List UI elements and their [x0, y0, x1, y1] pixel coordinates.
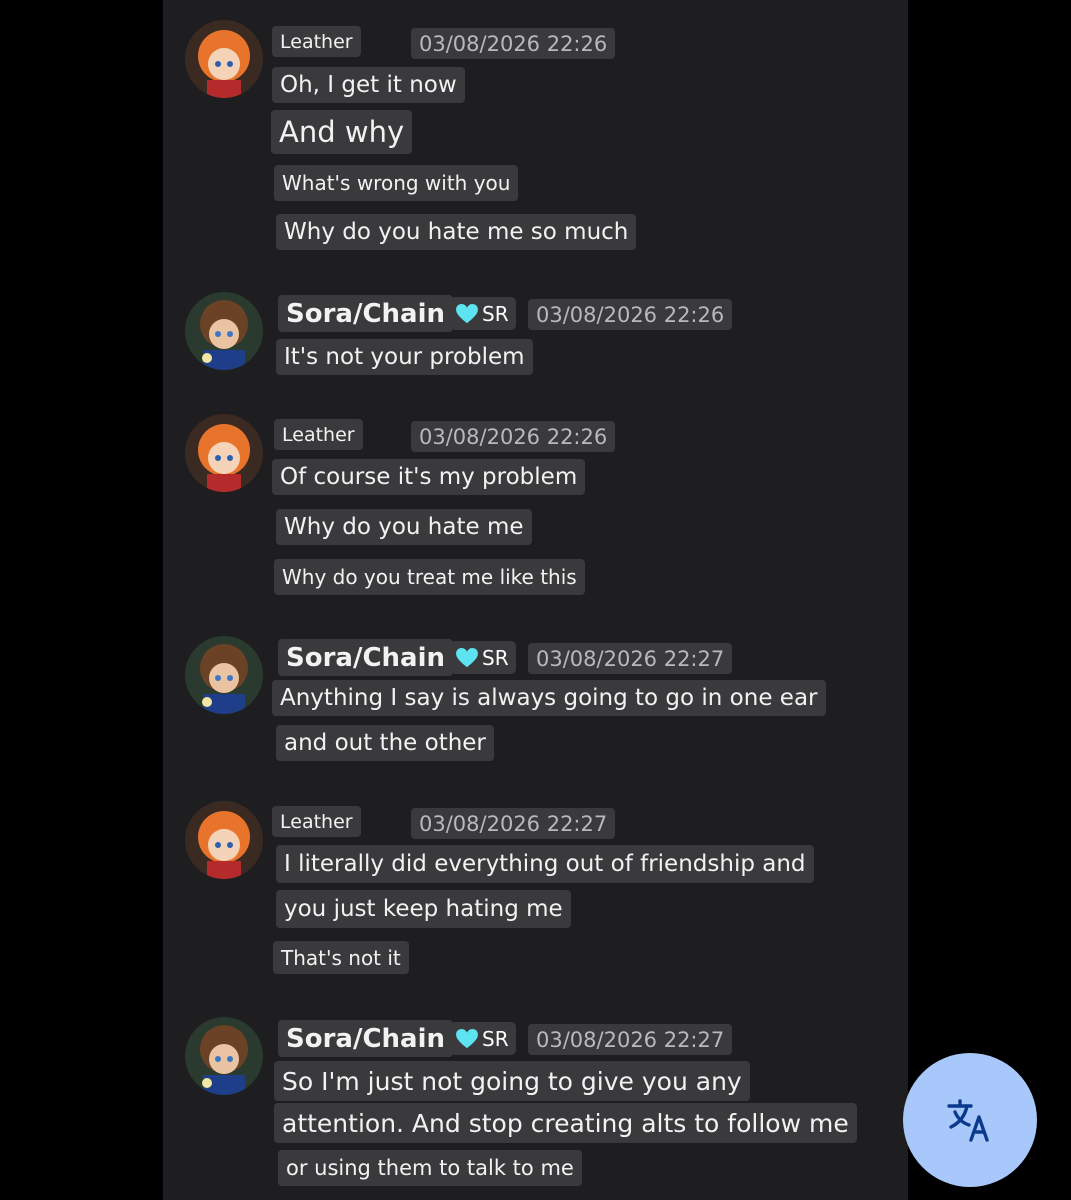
message-line: Anything I say is always going to go in … — [272, 680, 826, 716]
message-line: And why — [271, 110, 413, 154]
author-name[interactable]: Leather — [272, 806, 361, 837]
avatar-leather[interactable] — [185, 414, 263, 492]
message-line: What's wrong with you — [274, 165, 519, 201]
author-name[interactable]: Leather — [274, 419, 363, 450]
timestamp: 03/08/2026 22:27 — [411, 808, 616, 839]
avatar-sora[interactable] — [185, 292, 263, 370]
timestamp: 03/08/2026 22:26 — [411, 28, 616, 59]
message-line: Why do you treat me like this — [274, 559, 585, 595]
role-badge[interactable]: SR — [450, 297, 516, 330]
message-line: So I'm just not going to give you any — [274, 1061, 750, 1101]
heart-icon — [456, 1028, 478, 1048]
author-name[interactable]: Sora/Chain — [278, 295, 454, 332]
timestamp: 03/08/2026 22:27 — [528, 643, 733, 674]
badge-label: SR — [482, 645, 509, 670]
avatar-leather[interactable] — [185, 20, 263, 98]
avatar-sora[interactable] — [185, 1017, 263, 1095]
message-line: Oh, I get it now — [272, 67, 465, 103]
message-line: I literally did everything out of friend… — [276, 845, 814, 883]
chat-panel: Leather 03/08/2026 22:26 Oh, I get it no… — [163, 0, 908, 1200]
author-name[interactable]: Leather — [272, 26, 361, 57]
heart-icon — [456, 647, 478, 667]
translate-button[interactable] — [903, 1053, 1037, 1187]
role-badge[interactable]: SR — [450, 1022, 516, 1055]
role-badge[interactable]: SR — [450, 641, 516, 674]
message-line: It's not your problem — [276, 339, 533, 375]
timestamp: 03/08/2026 22:27 — [528, 1024, 733, 1055]
avatar-sora[interactable] — [185, 636, 263, 714]
message-line: Why do you hate me — [276, 509, 532, 545]
message-line: you just keep hating me — [276, 890, 571, 928]
message-line: Why do you hate me so much — [276, 214, 637, 250]
author-name[interactable]: Sora/Chain — [278, 639, 454, 676]
timestamp: 03/08/2026 22:26 — [411, 421, 616, 452]
avatar-leather[interactable] — [185, 801, 263, 879]
badge-label: SR — [482, 301, 509, 326]
message-line: That's not it — [273, 941, 409, 974]
message-line: attention. And stop creating alts to fol… — [274, 1103, 857, 1143]
message-line: or using them to talk to me — [278, 1150, 582, 1186]
message-line: Of course it's my problem — [272, 459, 586, 495]
message-line: and out the other — [276, 725, 494, 761]
translate-icon — [947, 1099, 989, 1142]
author-name[interactable]: Sora/Chain — [278, 1020, 454, 1057]
badge-label: SR — [482, 1026, 509, 1051]
heart-icon — [456, 303, 478, 323]
timestamp: 03/08/2026 22:26 — [528, 299, 733, 330]
